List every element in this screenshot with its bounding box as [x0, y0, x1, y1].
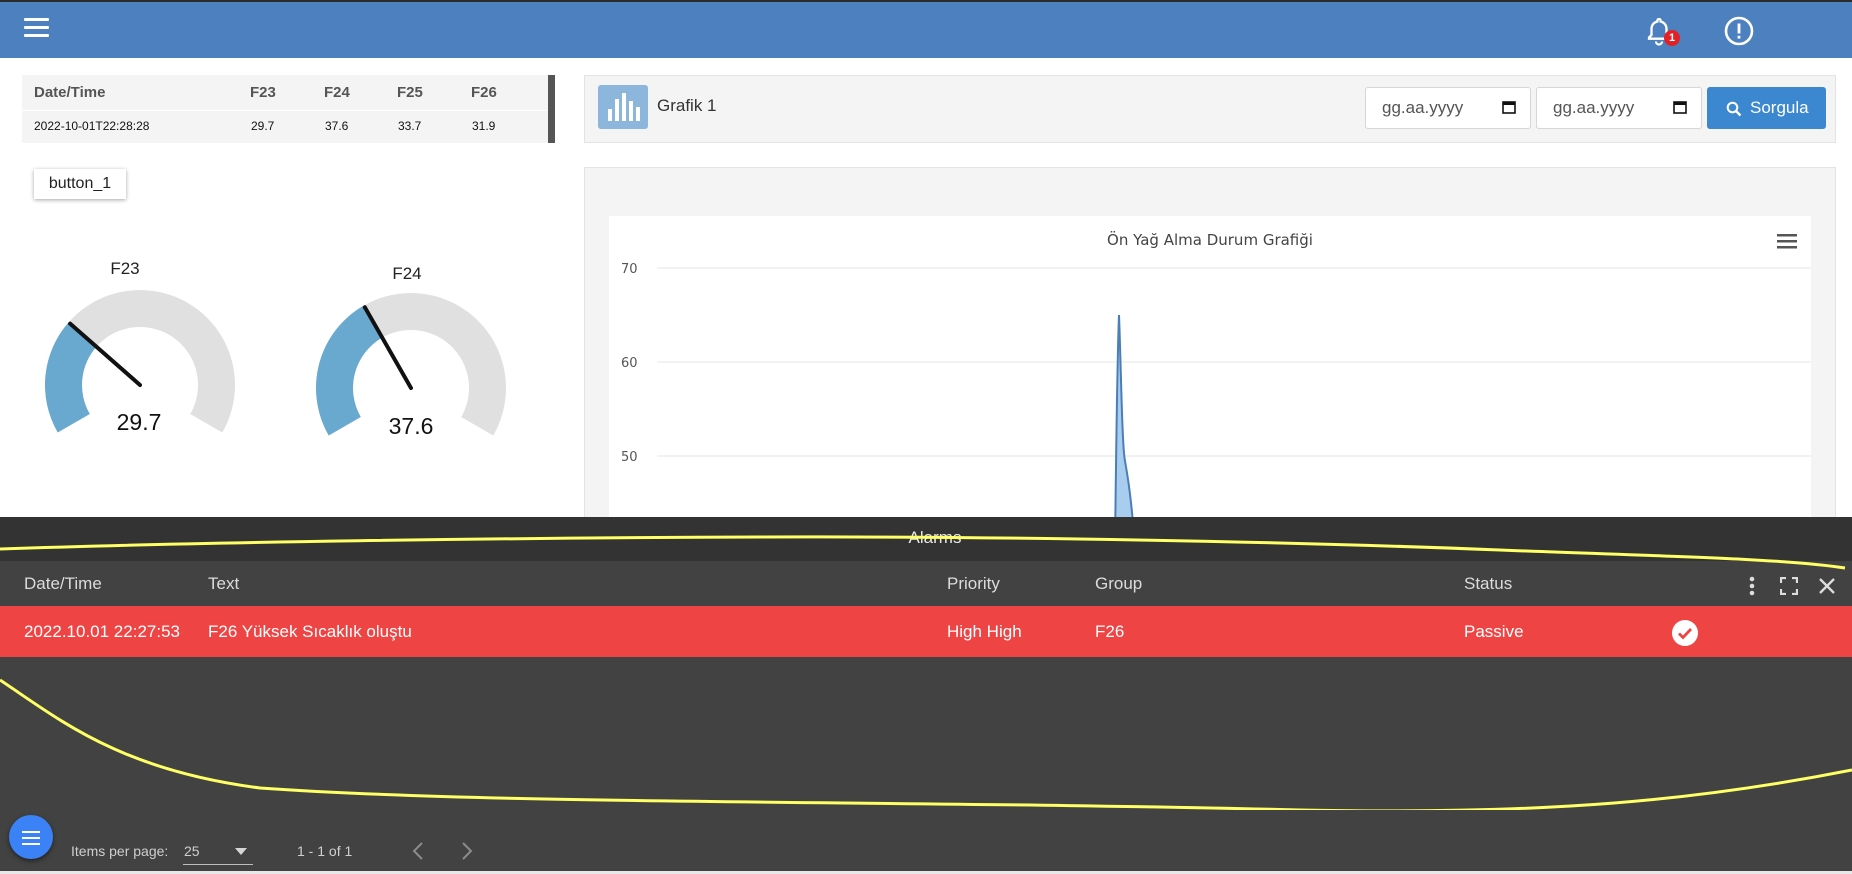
- area-chart: Ön Yağ Alma Durum Grafiği 70 60 50: [621, 230, 1811, 536]
- page-range: 1 - 1 of 1: [297, 843, 353, 859]
- alert-info-icon[interactable]: [1723, 15, 1755, 47]
- date-placeholder: gg.aa.yyyy: [1382, 98, 1464, 117]
- next-page-icon[interactable]: [461, 842, 473, 860]
- gauge-title: F24: [392, 264, 422, 283]
- column-header: F24: [324, 84, 350, 101]
- top-app-bar: [0, 0, 1852, 58]
- gauge-value: 29.7: [116, 409, 162, 435]
- y-tick-label: 70: [621, 262, 638, 277]
- button-1[interactable]: button_1: [34, 169, 126, 199]
- date-from-input[interactable]: gg.aa.yyyy: [1365, 87, 1531, 129]
- series-area: [1114, 314, 1136, 536]
- column-header: F26: [471, 84, 497, 101]
- hand-drawn-annotation: [0, 535, 1852, 810]
- table-cell: 29.7: [251, 119, 275, 133]
- table-cell: 31.9: [472, 119, 496, 133]
- values-table: Date/Time F23 F24 F25 F26 2022-10-01T22:…: [22, 75, 555, 143]
- table-cell: 2022-10-01T22:28:28: [34, 119, 150, 133]
- chart-menu-icon[interactable]: [1777, 234, 1797, 249]
- column-header: F25: [397, 84, 423, 101]
- menu-icon[interactable]: [24, 18, 50, 38]
- previous-page-icon[interactable]: [412, 842, 424, 860]
- search-icon: [1726, 101, 1742, 117]
- chevron-down-icon: [235, 848, 247, 855]
- calendar-icon[interactable]: [1673, 100, 1687, 114]
- query-button-label: Sorgula: [1750, 98, 1809, 117]
- items-per-page-label: Items per page:: [71, 843, 169, 859]
- table-scrollbar[interactable]: [548, 75, 555, 143]
- column-header: F23: [250, 84, 276, 101]
- gauge-value: 37.6: [388, 413, 434, 439]
- chart-panel-title: Grafik 1: [657, 96, 717, 115]
- calendar-icon[interactable]: [1502, 100, 1516, 114]
- date-to-input[interactable]: gg.aa.yyyy: [1536, 87, 1702, 129]
- date-placeholder: gg.aa.yyyy: [1553, 98, 1635, 117]
- chart-title: Ön Yağ Alma Durum Grafiği: [1107, 230, 1313, 249]
- menu-fab-button[interactable]: [9, 815, 53, 859]
- table-cell: 33.7: [398, 119, 422, 133]
- query-button[interactable]: Sorgula: [1707, 87, 1826, 129]
- bar-chart-icon: [598, 85, 648, 129]
- gauge-title: F23: [110, 259, 140, 278]
- y-tick-label: 60: [621, 356, 638, 371]
- notification-count-badge: 1: [1664, 30, 1680, 46]
- table-cell: 37.6: [325, 119, 349, 133]
- y-tick-label: 50: [621, 450, 638, 465]
- items-per-page-value: 25: [184, 843, 200, 859]
- column-header: Date/Time: [34, 84, 106, 101]
